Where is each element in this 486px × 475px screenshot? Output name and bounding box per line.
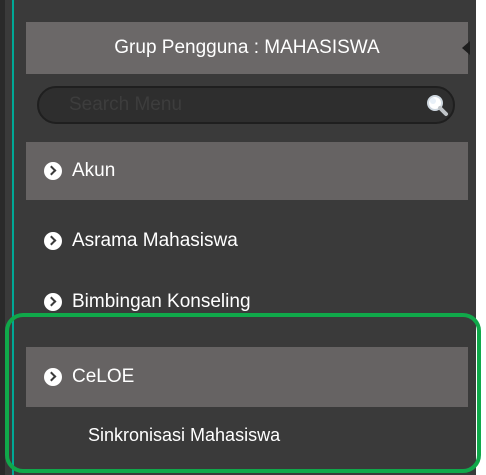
menu-item-label: Asrama Mahasiswa (72, 230, 238, 251)
user-group-header[interactable]: Grup Pengguna : MAHASISWA (26, 22, 470, 74)
search-icon[interactable] (425, 93, 449, 117)
search-input[interactable] (69, 94, 399, 116)
menu-item-label: Bimbingan Konseling (72, 291, 251, 312)
menu-item-label: Akun (72, 160, 116, 181)
chevron-right-icon (44, 293, 62, 311)
search-box[interactable] (37, 86, 455, 124)
menu-item-label: CeLOE (72, 366, 135, 387)
menu-item-akun[interactable]: Akun (26, 142, 468, 200)
menu-item-bimbingan-konseling[interactable]: Bimbingan Konseling (26, 273, 468, 331)
menu-item-celoe[interactable]: CeLOE (26, 347, 468, 407)
sidebar-edge (0, 0, 5, 475)
chevron-right-icon (44, 368, 62, 386)
submenu-item-sinkronisasi-mahasiswa[interactable]: Sinkronisasi Mahasiswa (88, 425, 280, 446)
user-group-label: Grup Pengguna : MAHASISWA (114, 37, 380, 58)
chevron-right-icon (44, 162, 62, 180)
accent-line (12, 0, 14, 475)
submenu-item-label: Sinkronisasi Mahasiswa (88, 425, 281, 445)
menu-item-asrama-mahasiswa[interactable]: Asrama Mahasiswa (26, 212, 468, 270)
chevron-right-icon (44, 232, 62, 250)
collapse-arrow-icon[interactable] (462, 41, 470, 55)
